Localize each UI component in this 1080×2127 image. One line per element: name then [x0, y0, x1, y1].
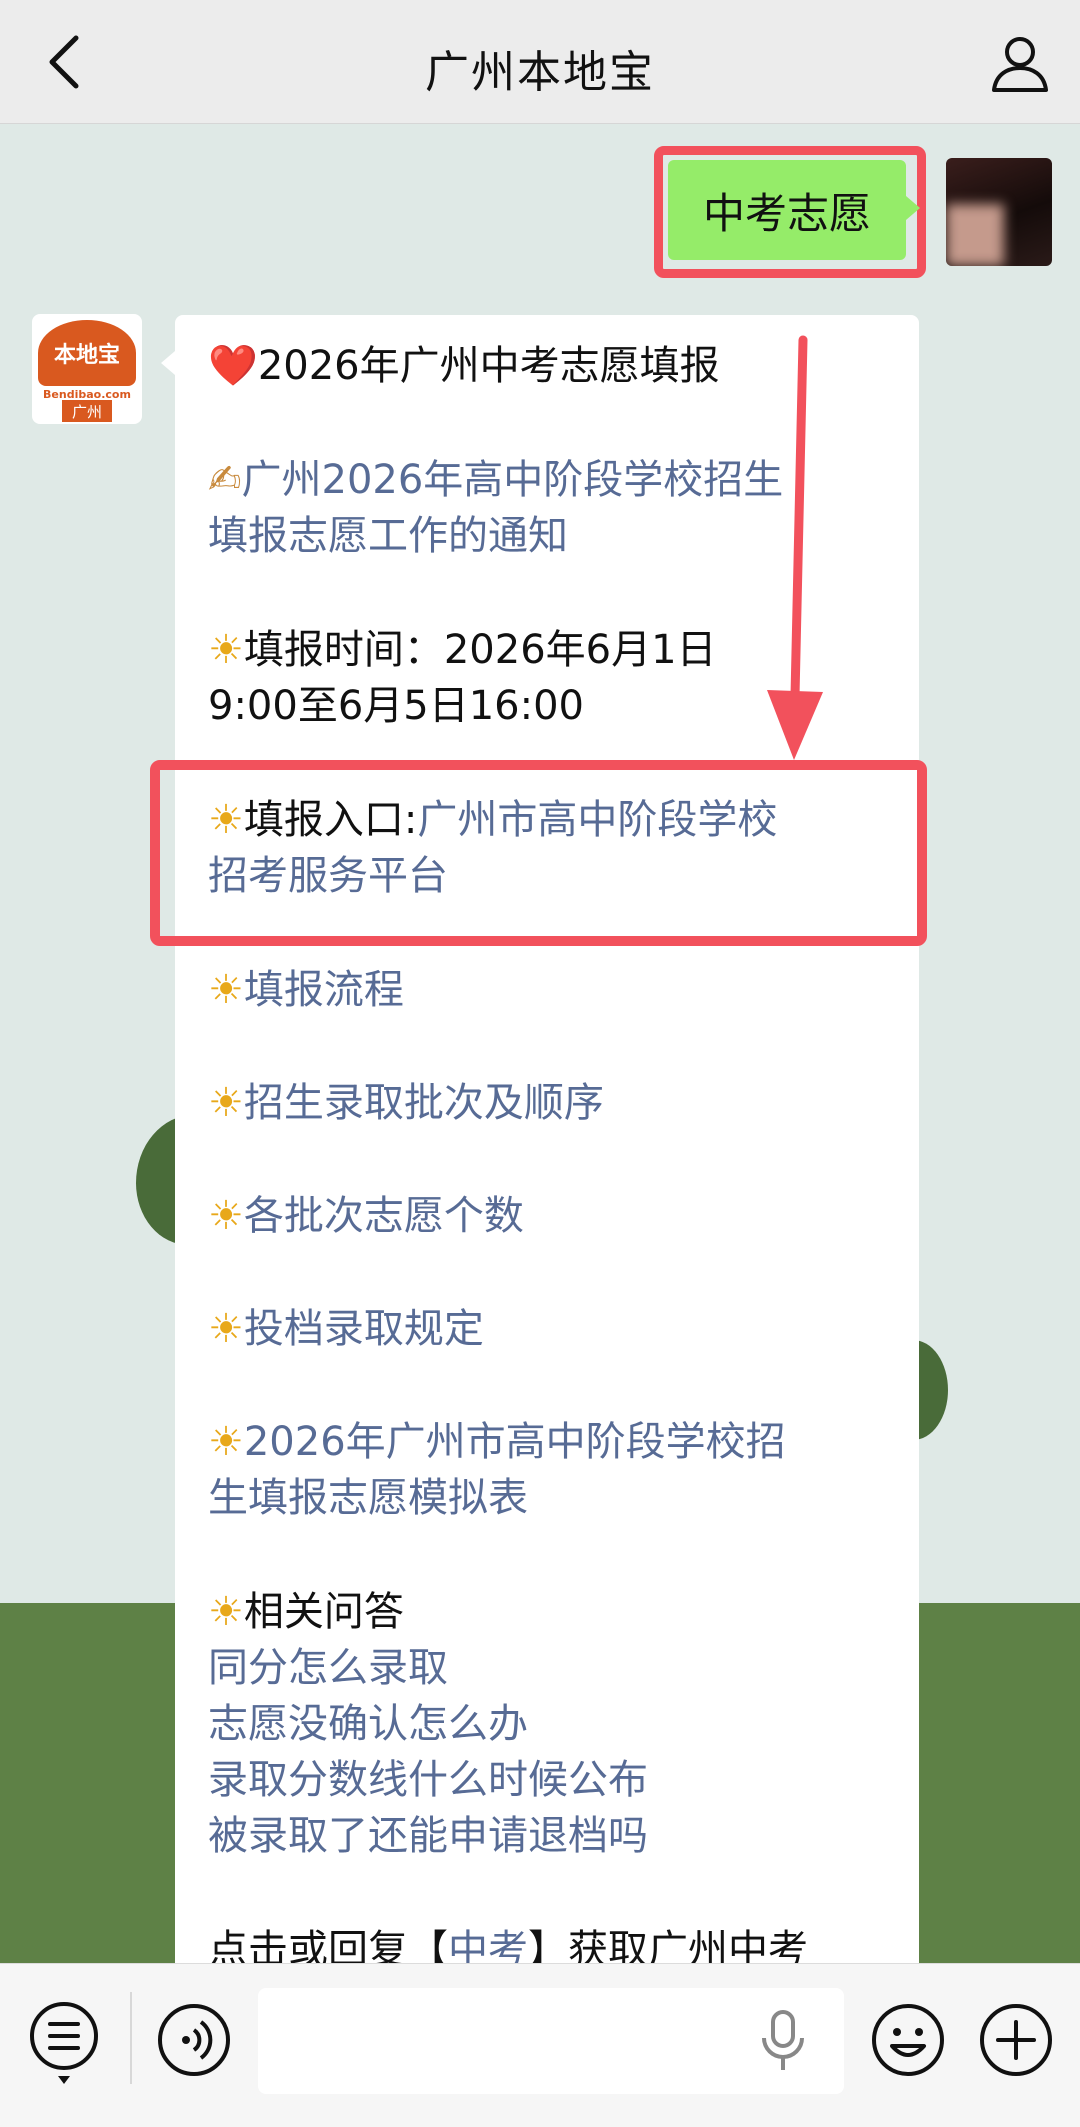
outgoing-message-text: 中考志愿 — [702, 188, 871, 238]
message-input[interactable] — [258, 1988, 844, 2094]
simulation-link-line2[interactable]: 生填报志愿模拟表 — [208, 1470, 908, 1526]
chat-input-bar — [0, 1963, 1080, 2127]
outgoing-message-bubble[interactable]: 中考志愿 — [668, 160, 920, 260]
chat-title: 广州本地宝 — [425, 47, 655, 98]
sun-icon: ☀ — [208, 1589, 244, 1635]
list-item[interactable]: ☀各批次志愿个数 — [208, 1188, 908, 1244]
faq-link[interactable]: 录取分数线什么时候公布 — [208, 1752, 908, 1808]
faq-link[interactable]: 志愿没确认怎么办 — [208, 1696, 908, 1752]
simulation-link[interactable]: ☀2026年广州市高中阶段学校招 — [208, 1414, 908, 1470]
toolbar-divider — [130, 1992, 132, 2084]
bot-avatar[interactable]: 本地宝 Bendibao.com 广州 — [32, 314, 142, 424]
entrance-link[interactable]: 广州市高中阶段学校 — [417, 797, 777, 843]
sun-icon: ☀ — [208, 1306, 244, 1352]
fill-time: ☀填报时间：2026年6月1日 — [208, 627, 717, 673]
logo-text: 本地宝 — [53, 342, 120, 368]
faq-title: ☀相关问答 — [208, 1589, 404, 1635]
list-item[interactable]: ☀招生录取批次及顺序 — [208, 1075, 908, 1131]
reply-title: ❤️2026年广州中考志愿填报 — [208, 343, 720, 389]
logo-city: 广州 — [62, 400, 112, 422]
list-item[interactable]: ☀填报流程 — [208, 962, 908, 1018]
entrance-link-line2[interactable]: 招考服务平台 — [208, 848, 908, 904]
voice-icon[interactable] — [156, 2002, 232, 2078]
logo-icon: 本地宝 — [38, 320, 136, 386]
fill-time-line2: 9:00至6月5日16:00 — [208, 683, 584, 729]
user-avatar[interactable] — [946, 158, 1052, 266]
nav-header: 广州本地宝 — [0, 0, 1080, 124]
sun-icon: ☀ — [208, 1419, 244, 1465]
person-icon[interactable] — [988, 32, 1052, 96]
microphone-icon[interactable] — [758, 2008, 808, 2074]
menu-list-icon[interactable] — [28, 2000, 100, 2088]
sun-icon: ☀ — [208, 797, 244, 843]
writing-hand-icon: ✍ — [208, 457, 242, 503]
notice-link-line2[interactable]: 填报志愿工作的通知 — [208, 508, 908, 564]
entrance-row: ☀填报入口:广州市高中阶段学校 — [208, 792, 908, 848]
notice-link[interactable]: ✍广州2026年高中阶段学校招生 — [208, 452, 908, 508]
faq-link[interactable]: 被录取了还能申请退档吗 — [208, 1808, 908, 1864]
plus-icon[interactable] — [978, 2002, 1054, 2078]
sun-icon: ☀ — [208, 1193, 244, 1239]
emoji-icon[interactable] — [870, 2002, 946, 2078]
sun-icon: ☀ — [208, 967, 244, 1013]
list-item[interactable]: ☀投档录取规定 — [208, 1301, 908, 1357]
heart-icon: ❤️ — [208, 343, 258, 389]
faq-link[interactable]: 同分怎么录取 — [208, 1640, 908, 1696]
sun-icon: ☀ — [208, 627, 244, 673]
entrance-label: 填报入口: — [243, 797, 418, 843]
sun-icon: ☀ — [208, 1080, 244, 1126]
